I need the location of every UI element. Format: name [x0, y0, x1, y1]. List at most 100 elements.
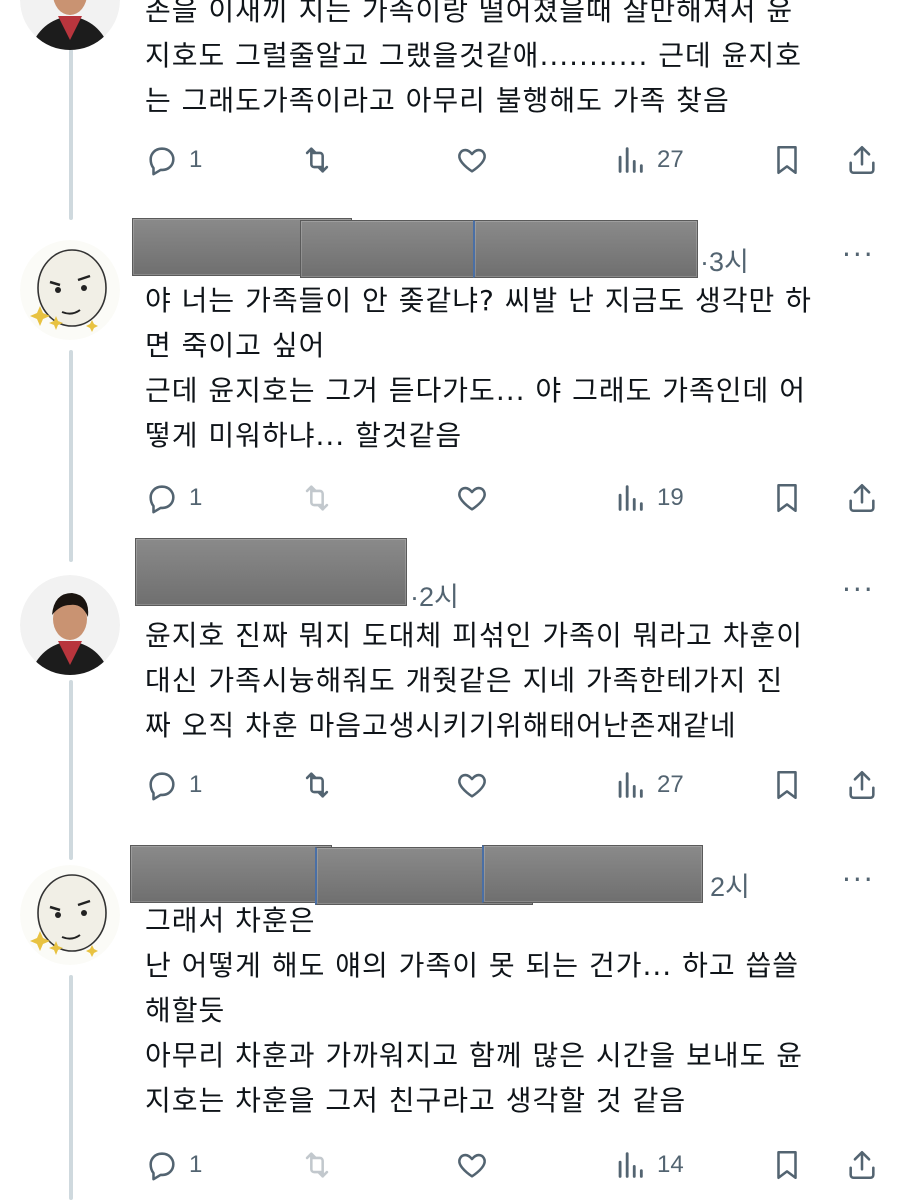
- cartoon-face-sparkles-avatar-icon: [20, 865, 120, 965]
- retweet-icon: [305, 147, 329, 173]
- share-icon: [849, 770, 875, 800]
- bookmark-button[interactable]: [770, 140, 804, 180]
- action-bar: 1 14: [145, 1145, 885, 1185]
- tweet-text-line: 해할듯: [145, 994, 226, 1027]
- tweet-text-line: 아무리 차훈과 가까워지고 함께 많은 시간을 보내도 윤: [145, 1039, 804, 1072]
- more-icon[interactable]: ···: [842, 863, 875, 896]
- retweet-icon: [305, 772, 329, 798]
- share-icon: [849, 1150, 875, 1180]
- tweet-text-line: 면 죽이고 싶어: [145, 329, 326, 362]
- tweet-text: 그래서 차훈은 난 어떻게 해도 얘의 가족이 못 되는 건가... 하고 씁쓸…: [145, 898, 885, 1123]
- more-icon[interactable]: ···: [842, 238, 875, 271]
- redacted-handle: [473, 220, 698, 278]
- bookmark-button[interactable]: [770, 765, 804, 805]
- like-icon: [458, 773, 486, 798]
- cartoon-face-sparkles-avatar-icon: [20, 240, 120, 340]
- bookmark-icon: [777, 770, 797, 800]
- reply-count: 1: [189, 1151, 203, 1178]
- views-icon: [618, 147, 643, 173]
- reply-button[interactable]: 1: [145, 478, 202, 518]
- tweet[interactable]: 2시 ··· 그래서 차훈은 난 어떻게 해도 얘의 가족이 못 되는 건가..…: [0, 835, 903, 1200]
- retweet-icon: [305, 485, 329, 511]
- reply-count: 1: [189, 484, 203, 511]
- retweet-button[interactable]: [300, 140, 334, 180]
- redacted-handle: [482, 845, 703, 903]
- views-button[interactable]: 14: [613, 1145, 684, 1185]
- tweet-text-line: 는 그래도가족이라고 아무리 불행해도 가족 찾음: [145, 84, 730, 117]
- views-count: 14: [657, 1151, 684, 1178]
- avatar[interactable]: [20, 575, 120, 675]
- like-button[interactable]: [455, 1145, 489, 1185]
- tweet[interactable]: 존을 이새끼 지는 가족이랑 떨어졌을때 잘만해져서 윤 지호도 그럴줄알고 그…: [0, 0, 903, 200]
- reply-icon: [149, 485, 175, 514]
- tweet-text-line: 근데 윤지호는 그거 듣다가도... 야 그래도 가족인데 어: [145, 374, 806, 407]
- timestamp[interactable]: ·2시: [410, 575, 459, 614]
- share-button[interactable]: [845, 478, 879, 518]
- tweet[interactable]: ·2시 ··· 윤지호 진짜 뭐지 도대체 피섞인 가족이 뭐라고 차훈이 대신…: [0, 535, 903, 825]
- share-button[interactable]: [845, 765, 879, 805]
- avatar[interactable]: [20, 865, 120, 965]
- like-button[interactable]: [455, 478, 489, 518]
- tweet-text-line: 존을 이새끼 지는 가족이랑 떨어졌을때 잘만해져서 윤: [145, 0, 794, 27]
- tweet[interactable]: ·3시 ··· 야 너는 가족들이 안 좆같냐? 씨발 난 지금도 생각만 하 …: [0, 210, 903, 530]
- views-icon: [618, 1152, 643, 1178]
- tweet-text-line: 대신 가족시늉해줘도 개줫같은 지네 가족한테가지 진: [145, 664, 784, 697]
- tweet-text-line: 난 어떻게 해도 얘의 가족이 못 되는 건가... 하고 씁쓸: [145, 949, 800, 982]
- tweet-text-line: 짜 오직 차훈 마음고생시키기위해태어난존재같네: [145, 709, 737, 742]
- reply-button[interactable]: 1: [145, 140, 202, 180]
- like-icon: [458, 148, 486, 173]
- reply-icon: [149, 147, 175, 176]
- like-icon: [458, 486, 486, 511]
- like-button[interactable]: [455, 140, 489, 180]
- action-bar: 1 27: [145, 140, 885, 180]
- action-bar: 1 27: [145, 765, 885, 805]
- share-icon: [849, 483, 875, 513]
- bookmark-icon: [777, 483, 797, 513]
- views-button[interactable]: 19: [613, 478, 684, 518]
- more-icon[interactable]: ···: [842, 573, 875, 606]
- share-icon: [849, 145, 875, 175]
- views-count: 27: [657, 146, 684, 173]
- redacted-username: [135, 538, 407, 606]
- avatar[interactable]: [20, 240, 120, 340]
- bookmark-button[interactable]: [770, 1145, 804, 1185]
- views-button[interactable]: 27: [613, 140, 684, 180]
- tweet-text: 윤지호 진짜 뭐지 도대체 피섞인 가족이 뭐라고 차훈이 대신 가족시늉해줘도…: [145, 613, 885, 748]
- reply-icon: [149, 772, 175, 801]
- reply-count: 1: [189, 146, 203, 173]
- timestamp[interactable]: ·3시: [700, 240, 749, 279]
- action-bar: 1 19: [145, 478, 885, 518]
- tweet-text-line: 떻게 미워하냐... 할것같음: [145, 419, 463, 452]
- views-icon: [618, 485, 643, 511]
- reply-count: 1: [189, 771, 203, 798]
- bookmark-button[interactable]: [770, 478, 804, 518]
- retweet-button[interactable]: [300, 765, 334, 805]
- share-button[interactable]: [845, 1145, 879, 1185]
- views-icon: [618, 772, 643, 798]
- retweet-button[interactable]: [300, 478, 334, 518]
- dark-hair-man-avatar-icon: [20, 575, 120, 675]
- reply-icon: [149, 1152, 175, 1181]
- share-button[interactable]: [845, 140, 879, 180]
- bookmark-icon: [777, 1150, 797, 1180]
- tweet-text: 야 너는 가족들이 안 좆같냐? 씨발 난 지금도 생각만 하 면 죽이고 싶어…: [145, 278, 885, 458]
- views-count: 19: [657, 484, 684, 511]
- reply-button[interactable]: 1: [145, 1145, 202, 1185]
- views-button[interactable]: 27: [613, 765, 684, 805]
- like-icon: [458, 1153, 486, 1178]
- tweet-text-line: 윤지호 진짜 뭐지 도대체 피섞인 가족이 뭐라고 차훈이: [145, 619, 804, 652]
- tweet-text: 존을 이새끼 지는 가족이랑 떨어졌을때 잘만해져서 윤 지호도 그럴줄알고 그…: [145, 0, 885, 123]
- avatar[interactable]: [20, 0, 120, 50]
- tweet-text-line: 지호는 차훈을 그저 친구라고 생각할 것 같음: [145, 1084, 687, 1117]
- reply-button[interactable]: 1: [145, 765, 202, 805]
- views-count: 27: [657, 771, 684, 798]
- retweet-icon: [305, 1152, 329, 1178]
- redacted-username: [130, 845, 332, 903]
- tweet-text-line: 야 너는 가족들이 안 좆같냐? 씨발 난 지금도 생각만 하: [145, 284, 812, 317]
- bookmark-icon: [777, 145, 797, 175]
- tweet-text-line: 지호도 그럴줄알고 그랬을것같애........... 근데 윤지호: [145, 39, 802, 72]
- dark-hair-man-avatar-icon: [20, 0, 120, 50]
- like-button[interactable]: [455, 765, 489, 805]
- retweet-button[interactable]: [300, 1145, 334, 1185]
- tweet-text-line: 그래서 차훈은: [145, 904, 316, 937]
